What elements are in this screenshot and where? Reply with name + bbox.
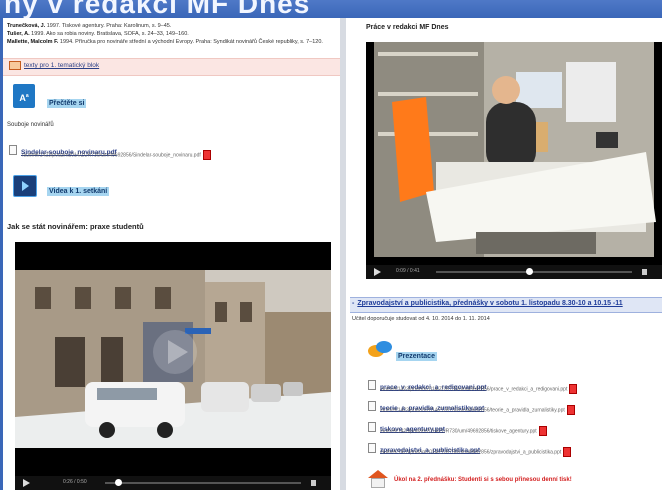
task-note: Úkol na 2. přednášku: Studenti si s sebo… — [394, 477, 572, 483]
document-icon — [368, 379, 376, 390]
file-path-3: /auth/el/1423/podzim2014/ZUR730/um/49692… — [380, 426, 547, 436]
newsroom-video-title: Práce v redakci MF Dnes — [366, 24, 449, 31]
section-title[interactable]: - Zpravodajství a publicistika, přednášky… — [352, 300, 623, 307]
reference-1: Trunečková, J. 1997. Tiskové agentury. P… — [7, 23, 172, 29]
file-type-icon — [569, 384, 578, 394]
document-icon — [368, 421, 376, 432]
play-icon[interactable] — [374, 268, 381, 276]
videos-label: Videa k 1. setkání — [47, 187, 110, 196]
read-book-icon: Aa — [13, 84, 35, 108]
progress-knob[interactable] — [526, 268, 533, 275]
snowy-street-video-frame — [15, 242, 331, 476]
duels-text: Souboje novinářů — [7, 122, 54, 128]
document-icon — [368, 442, 376, 453]
newsroom-video-frame — [366, 42, 662, 265]
progress-track[interactable] — [436, 271, 632, 273]
reference-2: Tušer, A. 1999. Ako sa robia noviny. Bra… — [7, 31, 189, 37]
pdf-icon — [202, 150, 211, 160]
document-icon — [9, 144, 17, 155]
video-icon — [13, 175, 37, 197]
video-time: 0:26 / 0:50 — [63, 479, 87, 485]
students-video-heading: Jak se stát novinářem: praxe studentů — [7, 222, 144, 231]
read-label: Přečtěte si — [47, 99, 87, 108]
progress-knob[interactable] — [115, 479, 122, 486]
slide-title-banner: ný v redakci MF Dnes — [0, 0, 662, 18]
file-type-icon — [563, 447, 572, 457]
right-course-panel: Práce v redakci MF Dnes 0:09 / 0:41 - Zp… — [346, 18, 662, 490]
presentations-label: Prezentace — [396, 352, 437, 361]
video-controls: 0:09 / 0:41 — [366, 265, 662, 279]
file-type-icon — [538, 426, 547, 436]
speech-bubble-icon — [368, 341, 392, 361]
volume-icon[interactable] — [642, 269, 656, 275]
texts-folder-link[interactable]: texty pro 1. tematický blok — [9, 61, 99, 70]
collapse-icon[interactable]: - — [352, 300, 354, 307]
newsroom-video-player[interactable]: 0:09 / 0:41 — [366, 42, 662, 279]
progress-track[interactable] — [105, 482, 301, 484]
file-path-1: /auth/el/1423/podzim2014/ZUR730/um/49692… — [380, 384, 578, 394]
volume-icon[interactable] — [311, 480, 325, 486]
video-controls: 0:26 / 0:50 — [15, 476, 331, 490]
house-icon — [368, 470, 388, 488]
file-path-2: /auth/el/1423/podzim2014/ZUR730/um/49692… — [380, 405, 575, 415]
students-video-player[interactable]: 0:26 / 0:50 — [15, 242, 331, 490]
left-course-panel: Trunečková, J. 1997. Tiskové agentury. P… — [3, 18, 340, 490]
document-icon — [368, 400, 376, 411]
video-time: 0:09 / 0:41 — [396, 268, 420, 274]
study-dates: Učitel doporučuje studovat od 4. 10. 201… — [352, 316, 490, 322]
play-icon[interactable] — [23, 479, 30, 487]
folder-icon — [9, 61, 21, 70]
file-type-icon — [566, 405, 575, 415]
reference-3: Mallette, Malcolm F. 1994. Příručka pro … — [7, 39, 323, 45]
file-path-4: /auth/el/1423/podzim2014/ZUR730/um/49692… — [380, 447, 572, 457]
pdf-path: /auth/el/1423/podzim2014/ZUR730/um/49692… — [22, 150, 211, 160]
